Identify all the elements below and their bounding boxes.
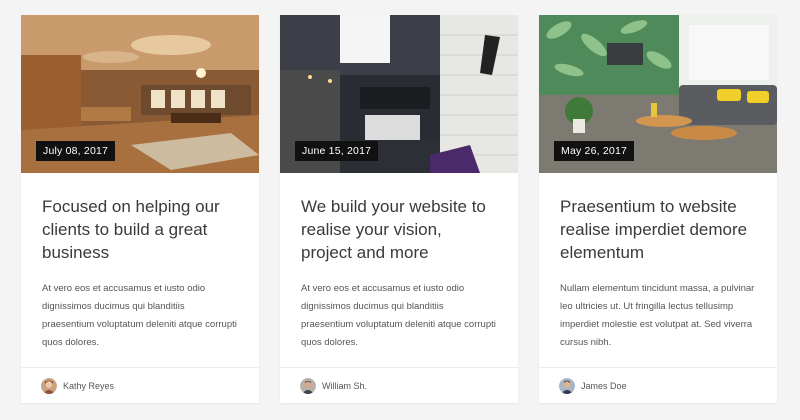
author-avatar[interactable] <box>559 377 575 394</box>
post-title[interactable]: Focused on helping our clients to build … <box>42 195 238 264</box>
blog-post-grid: July 08, 2017 Focused on helping our cli… <box>21 15 777 403</box>
post-thumbnail[interactable]: July 08, 2017 <box>21 15 259 173</box>
author-name[interactable]: William Sh. <box>322 381 367 391</box>
blog-card: June 15, 2017 We build your website to r… <box>280 15 518 403</box>
author-name[interactable]: James Doe <box>581 381 627 391</box>
post-body: Focused on helping our clients to build … <box>21 173 259 367</box>
author-avatar[interactable] <box>300 377 316 394</box>
post-thumbnail[interactable]: May 26, 2017 <box>539 15 777 173</box>
post-body: We build your website to realise your vi… <box>280 173 518 367</box>
post-date-badge: May 26, 2017 <box>554 141 635 161</box>
author-name[interactable]: Kathy Reyes <box>63 381 114 391</box>
post-body: Praesentium to website realise imperdiet… <box>539 173 777 367</box>
post-footer: William Sh. <box>280 367 518 403</box>
blog-card: July 08, 2017 Focused on helping our cli… <box>21 15 259 403</box>
post-date-badge: July 08, 2017 <box>36 141 116 161</box>
post-thumbnail[interactable]: June 15, 2017 <box>280 15 518 173</box>
post-excerpt: At vero eos et accusamus et iusto odio d… <box>301 283 496 348</box>
post-excerpt: At vero eos et accusamus et iusto odio d… <box>42 283 237 348</box>
post-excerpt: Nullam elementum tincidunt massa, a pulv… <box>560 283 755 348</box>
post-title[interactable]: We build your website to realise your vi… <box>301 195 497 264</box>
post-footer: Kathy Reyes <box>21 367 259 403</box>
author-avatar[interactable] <box>41 377 57 394</box>
blog-card: May 26, 2017 Praesentium to website real… <box>539 15 777 403</box>
post-footer: James Doe <box>539 367 777 403</box>
post-title[interactable]: Praesentium to website realise imperdiet… <box>560 195 756 264</box>
post-date-badge: June 15, 2017 <box>295 141 379 161</box>
